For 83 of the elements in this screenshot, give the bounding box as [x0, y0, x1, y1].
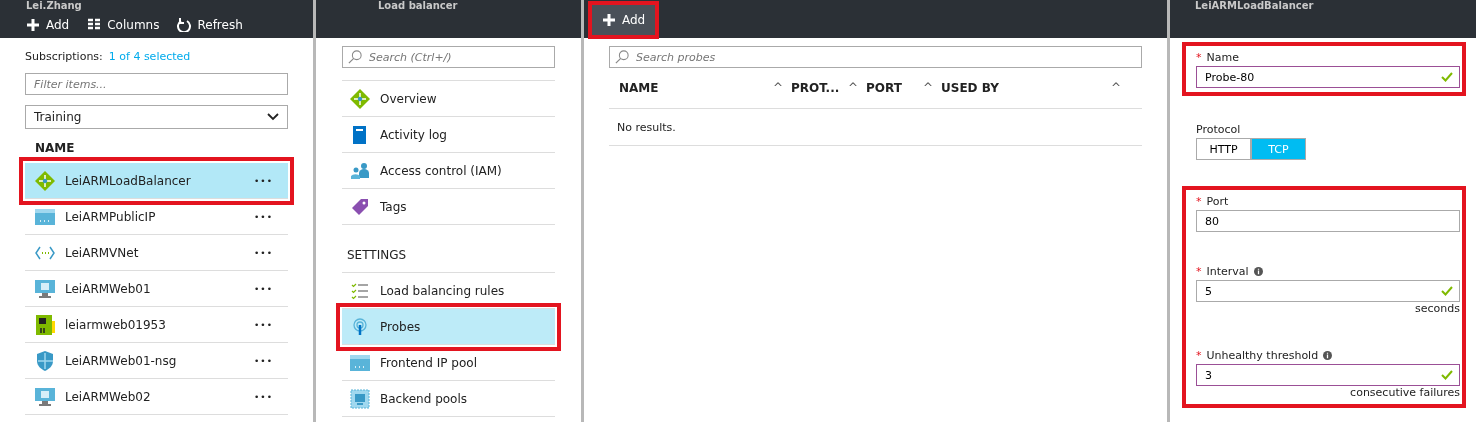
field-label: Port	[1206, 194, 1229, 208]
resource-name: leiarmweb01953	[65, 317, 167, 332]
unit-label: consecutive failures	[1349, 386, 1460, 400]
refresh-icon	[177, 18, 192, 32]
required-mark: *	[1196, 348, 1202, 362]
toolbar-button[interactable]: Refresh	[173, 14, 247, 36]
blade-title: Load balancer	[378, 0, 458, 11]
more-button[interactable]: •••	[254, 283, 273, 294]
column-header[interactable]: NAME	[619, 81, 659, 95]
text-field[interactable]: 80	[1196, 210, 1460, 232]
resource-row[interactable]: LeiARMWeb02 •••	[25, 379, 288, 415]
diamond-arrows-icon	[35, 170, 55, 191]
menu-item[interactable]: Overview	[342, 81, 555, 117]
menu-item[interactable]: Backend pools	[342, 381, 555, 417]
resource-row[interactable]: LeiARMWeb01-nsg •••	[25, 343, 288, 379]
plus-icon	[26, 18, 40, 32]
column-header[interactable]: USED BY	[941, 81, 999, 95]
field-label: Interval	[1206, 264, 1249, 278]
column-header[interactable]: PROT...	[791, 81, 840, 95]
search-icon	[348, 50, 362, 64]
toolbar-button[interactable]: Columns	[83, 14, 164, 36]
more-button[interactable]: •••	[254, 319, 273, 330]
resource-name: LeiARMWeb01-nsg	[65, 353, 178, 368]
field-label: Protocol	[1196, 122, 1241, 136]
text-field[interactable]: 5	[1196, 280, 1460, 302]
window-icon	[350, 352, 370, 373]
blade-title: LeiARMLoadBalancer	[1195, 0, 1314, 11]
chevron-down-icon	[267, 113, 279, 121]
columns-icon	[87, 18, 102, 32]
column-header: NAME	[34, 140, 76, 157]
more-button[interactable]: •••	[254, 391, 273, 402]
resource-name: LeiARMVNet	[65, 245, 140, 260]
plus-icon	[602, 13, 616, 27]
shield-icon	[35, 350, 55, 371]
menu-item[interactable]: Access control (IAM)	[342, 153, 555, 189]
monitor-icon	[35, 386, 55, 407]
resource-name: LeiARMLoadBalancer	[65, 173, 192, 188]
window-icon	[35, 206, 55, 227]
resource-name: LeiARMWeb02	[65, 389, 152, 404]
sort-icon[interactable]: ^	[1110, 81, 1121, 95]
more-button[interactable]: •••	[254, 211, 273, 222]
toggle-option[interactable]: HTTP	[1196, 138, 1251, 160]
resource-name: LeiARMWeb01	[65, 281, 152, 296]
sort-icon[interactable]: ^	[847, 81, 858, 95]
subscription-dropdown[interactable]: Training	[25, 105, 288, 129]
menu-item[interactable]: Tags	[342, 189, 555, 225]
resource-row[interactable]: LeiARMWeb01 •••	[25, 271, 288, 307]
resource-row[interactable]: leiarmweb01953 •••	[25, 307, 288, 343]
people-icon	[350, 160, 370, 181]
more-button[interactable]: •••	[254, 175, 273, 186]
text-field[interactable]: 3	[1196, 364, 1460, 386]
unit-label: seconds	[1414, 302, 1460, 316]
menu-item[interactable]: Activity log	[342, 117, 555, 153]
menu-item[interactable]: Frontend IP pool	[342, 345, 555, 381]
search-icon	[615, 50, 629, 64]
section-heading: SETTINGS	[342, 237, 555, 273]
search-field[interactable]: Search probes	[609, 46, 1142, 68]
column-header[interactable]: PORT	[866, 81, 902, 95]
required-mark: *	[1196, 264, 1202, 278]
toolbar-button[interactable]: Add	[22, 14, 74, 36]
resource-row[interactable]: LeiARMVNet •••	[25, 235, 288, 271]
monitor-icon	[35, 278, 55, 299]
search-field[interactable]: Search (Ctrl+/)	[342, 46, 555, 68]
text-field[interactable]: Probe-80	[1196, 66, 1460, 88]
field-label: Name	[1206, 50, 1239, 64]
required-mark: *	[1196, 194, 1202, 208]
resource-row[interactable]: LeiARMPublicIP •••	[25, 199, 288, 235]
empty-message: No results.	[609, 109, 1142, 146]
diamond-arrows-icon	[350, 88, 370, 109]
more-button[interactable]: •••	[254, 355, 273, 366]
sort-icon[interactable]: ^	[772, 81, 783, 95]
filter-field[interactable]: Filter items...	[25, 73, 288, 95]
more-button[interactable]: •••	[254, 247, 273, 258]
sort-icon[interactable]: ^	[922, 81, 933, 95]
blade-title: Lei.Zhang	[26, 0, 82, 11]
field-label: Unhealthy threshold	[1206, 348, 1319, 362]
subscriptions-label: Subscriptions:	[25, 49, 103, 63]
storage-board-icon	[35, 314, 55, 335]
antenna-icon	[350, 316, 370, 337]
tag-icon	[350, 196, 370, 217]
required-mark: *	[1196, 50, 1202, 64]
resource-name: LeiARMPublicIP	[65, 209, 157, 224]
server-pool-icon	[350, 388, 370, 409]
